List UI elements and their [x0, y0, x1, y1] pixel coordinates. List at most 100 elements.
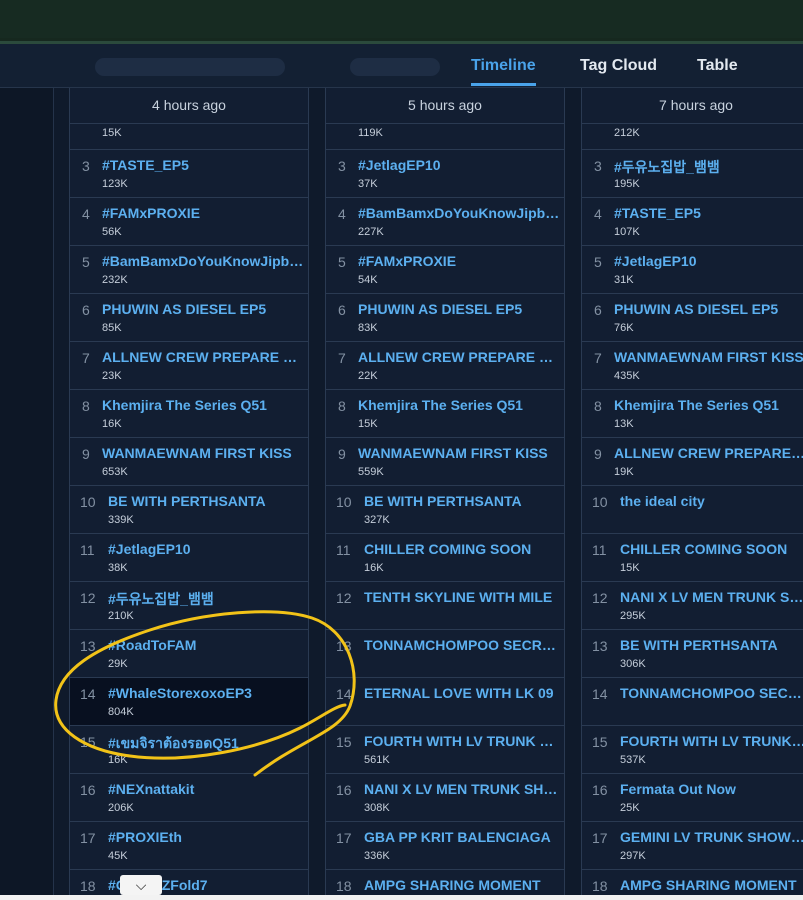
trend-row[interactable]: 17 #PROXIEth 45K [70, 822, 308, 870]
trend-row[interactable]: 6 PHUWIN AS DIESEL EP5 76K [582, 294, 803, 342]
tab-timeline[interactable]: Timeline [471, 44, 536, 88]
trend-tag-link[interactable]: #NEXnattakit [108, 781, 304, 797]
trend-tag-link[interactable]: #PROXIEth [108, 829, 304, 845]
trend-tag-link[interactable]: #เขมจิราต้องรอดQ51 [108, 733, 304, 755]
trend-tag-link[interactable]: #JetlagEP10 [108, 541, 304, 557]
trend-row[interactable]: 12 NANI X LV MEN TRUNK SHOW 295K [582, 582, 803, 630]
trend-row[interactable]: 15 FOURTH WITH LV TRUNK SHOW 537K [582, 726, 803, 774]
trend-tag-link[interactable]: GBA PP KRIT BALENCIAGA [364, 829, 560, 845]
trend-row-partial[interactable]: 15K [70, 124, 308, 150]
trend-row[interactable]: 9 ALLNEW CREW PREPARE FOR THE FLIGHT 19K [582, 438, 803, 486]
tab-tag-cloud[interactable]: Tag Cloud [580, 44, 657, 88]
trend-tag-link[interactable]: #WhaleStorexoxoEP3 [108, 685, 304, 701]
trend-tag-link[interactable]: Khemjira The Series Q51 [358, 397, 560, 413]
trend-tag-link[interactable]: #FAMxPROXIE [358, 253, 560, 269]
trend-row-partial[interactable]: 119K [326, 124, 564, 150]
trend-tag-link[interactable]: CHILLER COMING SOON [620, 541, 803, 557]
trend-row[interactable]: 16 NANI X LV MEN TRUNK SHOW 308K [326, 774, 564, 822]
trend-tag-link[interactable]: #JetlagEP10 [358, 157, 560, 173]
trend-tag-link[interactable]: #FAMxPROXIE [102, 205, 304, 221]
trend-row[interactable]: 4 #FAMxPROXIE 56K [70, 198, 308, 246]
trend-tag-link[interactable]: WANMAEWNAM FIRST KISS [358, 445, 560, 461]
trend-tag-link[interactable]: PHUWIN AS DIESEL EP5 [102, 301, 304, 317]
trend-row[interactable]: 7 ALLNEW CREW PREPARE FOR THE FLIGHT 22K [326, 342, 564, 390]
trend-tag-link[interactable]: the ideal city [620, 493, 803, 509]
trend-tag-link[interactable]: AMPG SHARING MOMENT [364, 877, 560, 893]
trend-tag-link[interactable]: NANI X LV MEN TRUNK SHOW [364, 781, 560, 797]
trend-tag-link[interactable]: FOURTH WITH LV TRUNK SHOW [620, 733, 803, 749]
trend-row[interactable]: 7 WANMAEWNAM FIRST KISS 435K [582, 342, 803, 390]
tab-table[interactable]: Table [697, 44, 738, 88]
trend-tag-link[interactable]: #TASTE_EP5 [102, 157, 304, 173]
trend-tag-link[interactable]: #두유노집밥_뱀뱀 [108, 589, 304, 609]
trend-row[interactable]: 15 #เขมจิราต้องรอดQ51 16K [70, 726, 308, 774]
trend-row[interactable]: 12 TENTH SKYLINE WITH MILE [326, 582, 564, 630]
trend-row[interactable]: 5 #FAMxPROXIE 54K [326, 246, 564, 294]
trend-row[interactable]: 11 CHILLER COMING SOON 15K [582, 534, 803, 582]
trend-tag-link[interactable]: #BamBamxDoYouKnowJipbom [102, 253, 304, 269]
trend-tag-link[interactable]: ETERNAL LOVE WITH LK 09 [364, 685, 560, 701]
trend-tag-link[interactable]: #RoadToFAM [108, 637, 304, 653]
trend-tag-link[interactable]: ALLNEW CREW PREPARE FOR THE FLIGHT [102, 349, 304, 365]
trend-row[interactable]: 10 BE WITH PERTHSANTA 339K [70, 486, 308, 534]
trend-tag-link[interactable]: TONNAMCHOMPOO SECRET LOVE [364, 637, 560, 653]
trend-tag-link[interactable]: NANI X LV MEN TRUNK SHOW [620, 589, 803, 605]
trend-row[interactable]: 6 PHUWIN AS DIESEL EP5 83K [326, 294, 564, 342]
trend-tag-link[interactable]: Khemjira The Series Q51 [102, 397, 304, 413]
trend-tag-link[interactable]: GEMINI LV TRUNK SHOW BKK [620, 829, 803, 845]
trend-tag-link[interactable]: CHILLER COMING SOON [364, 541, 560, 557]
trend-row[interactable]: 6 PHUWIN AS DIESEL EP5 85K [70, 294, 308, 342]
trend-tag-link[interactable]: Khemjira The Series Q51 [614, 397, 803, 413]
trend-tag-link[interactable]: WANMAEWNAM FIRST KISS [614, 349, 803, 365]
trend-tag-link[interactable]: PHUWIN AS DIESEL EP5 [358, 301, 560, 317]
trend-rank: 10 [592, 494, 608, 510]
trend-tag-link[interactable]: TENTH SKYLINE WITH MILE [364, 589, 560, 605]
trend-tag-link[interactable]: #두유노집밥_뱀뱀 [614, 157, 803, 177]
trend-row[interactable]: 4 #BamBamxDoYouKnowJipbom 227K [326, 198, 564, 246]
trend-row[interactable]: 16 #NEXnattakit 206K [70, 774, 308, 822]
trend-row[interactable]: 17 GEMINI LV TRUNK SHOW BKK 297K [582, 822, 803, 870]
trend-row[interactable]: 13 #RoadToFAM 29K [70, 630, 308, 678]
trend-row[interactable]: 14 #WhaleStorexoxoEP3 804K [70, 678, 308, 726]
trend-row-partial[interactable]: 212K [582, 124, 803, 150]
trend-row[interactable]: 9 WANMAEWNAM FIRST KISS 559K [326, 438, 564, 486]
trend-tag-link[interactable]: #TASTE_EP5 [614, 205, 803, 221]
trend-tag-link[interactable]: AMPG SHARING MOMENT [620, 877, 803, 893]
trend-tag-link[interactable]: TONNAMCHOMPOO SECRET LOVE [620, 685, 803, 701]
trend-row[interactable]: 8 Khemjira The Series Q51 13K [582, 390, 803, 438]
trend-row[interactable]: 5 #BamBamxDoYouKnowJipbom 232K [70, 246, 308, 294]
trend-row[interactable]: 9 WANMAEWNAM FIRST KISS 653K [70, 438, 308, 486]
trend-row[interactable]: 4 #TASTE_EP5 107K [582, 198, 803, 246]
trend-row[interactable]: 3 #TASTE_EP5 123K [70, 150, 308, 198]
trend-row[interactable]: 8 Khemjira The Series Q51 16K [70, 390, 308, 438]
trend-row[interactable]: 13 BE WITH PERTHSANTA 306K [582, 630, 803, 678]
trend-tag-link[interactable]: WANMAEWNAM FIRST KISS [102, 445, 304, 461]
trend-tag-link[interactable]: ALLNEW CREW PREPARE FOR THE FLIGHT [614, 445, 803, 461]
trend-row[interactable]: 12 #두유노집밥_뱀뱀 210K [70, 582, 308, 630]
trend-row[interactable]: 17 GBA PP KRIT BALENCIAGA 336K [326, 822, 564, 870]
trend-row[interactable]: 10 BE WITH PERTHSANTA 327K [326, 486, 564, 534]
trend-row[interactable]: 10 the ideal city [582, 486, 803, 534]
trend-row[interactable]: 8 Khemjira The Series Q51 15K [326, 390, 564, 438]
scroll-down-button[interactable]: ⌵ [120, 875, 162, 895]
trend-tag-link[interactable]: Fermata Out Now [620, 781, 803, 797]
trend-row[interactable]: 5 #JetlagEP10 31K [582, 246, 803, 294]
trend-row[interactable]: 7 ALLNEW CREW PREPARE FOR THE FLIGHT 23K [70, 342, 308, 390]
trend-row[interactable]: 11 #JetlagEP10 38K [70, 534, 308, 582]
trend-tag-link[interactable]: #JetlagEP10 [614, 253, 803, 269]
trend-tag-link[interactable]: #BamBamxDoYouKnowJipbom [358, 205, 560, 221]
trend-tag-link[interactable]: BE WITH PERTHSANTA [620, 637, 803, 653]
trend-tag-link[interactable]: BE WITH PERTHSANTA [364, 493, 560, 509]
trend-tag-link[interactable]: FOURTH WITH LV TRUNK SHOW [364, 733, 560, 749]
trend-tag-link[interactable]: BE WITH PERTHSANTA [108, 493, 304, 509]
trend-row[interactable]: 15 FOURTH WITH LV TRUNK SHOW 561K [326, 726, 564, 774]
trend-row[interactable]: 3 #JetlagEP10 37K [326, 150, 564, 198]
trend-row[interactable]: 13 TONNAMCHOMPOO SECRET LOVE [326, 630, 564, 678]
trend-tag-link[interactable]: ALLNEW CREW PREPARE FOR THE FLIGHT [358, 349, 560, 365]
trend-row[interactable]: 14 TONNAMCHOMPOO SECRET LOVE [582, 678, 803, 726]
trend-row[interactable]: 14 ETERNAL LOVE WITH LK 09 [326, 678, 564, 726]
trend-row[interactable]: 16 Fermata Out Now 25K [582, 774, 803, 822]
trend-row[interactable]: 11 CHILLER COMING SOON 16K [326, 534, 564, 582]
trend-row[interactable]: 3 #두유노집밥_뱀뱀 195K [582, 150, 803, 198]
trend-tag-link[interactable]: PHUWIN AS DIESEL EP5 [614, 301, 803, 317]
